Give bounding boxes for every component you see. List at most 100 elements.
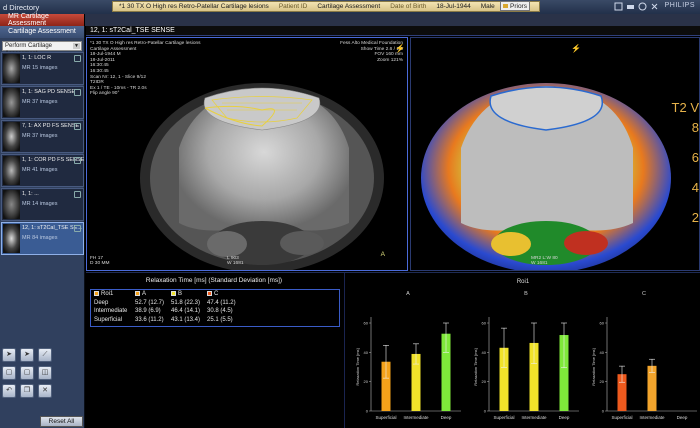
- tool-grid: ➤ ➤ ⟋ ▢ ▢ ◫ ↶ ❐ ✕: [2, 348, 83, 402]
- table-row: Deep 52.7 (12.7) 51.8 (22.3) 47.4 (11.2): [91, 299, 339, 308]
- tab-mr-cartilage-assessment[interactable]: MR Cartilage Assessment: [0, 13, 85, 27]
- swatch: [207, 291, 212, 297]
- results-panel: Relaxation Time [ms] (Standard Deviation…: [86, 272, 700, 428]
- delete-icon[interactable]: ✕: [38, 384, 52, 398]
- series-item[interactable]: 1, 1: ... MR 14 images: [1, 188, 84, 221]
- chart-tick-label: 20: [482, 379, 487, 384]
- overlay-line: D 30 MM: [90, 261, 110, 267]
- table-cell: 47.4 (11.2): [207, 299, 236, 306]
- info-icon[interactable]: [74, 191, 81, 198]
- row-label: Superficial: [94, 316, 123, 323]
- series-title: 1, 1: ...: [22, 191, 39, 197]
- relaxation-panel: Relaxation Time [ms] (Standard Deviation…: [86, 273, 342, 428]
- table-cell: 46.4 (14.1): [171, 308, 201, 315]
- info-icon[interactable]: [74, 89, 81, 96]
- relaxation-table: Roi1 A B C Deep 52.7 (12.7) 51.8 (22.3) …: [90, 289, 340, 327]
- info-icon[interactable]: [74, 225, 81, 232]
- chart-tick-label: 40: [364, 350, 369, 355]
- table-cell: 30.8 (4.5): [207, 308, 233, 315]
- overlay-line: Flip angle 90°: [90, 91, 120, 97]
- chart-panel-title: A: [406, 291, 410, 297]
- header-label: C: [214, 291, 219, 298]
- undo-icon[interactable]: ↶: [2, 384, 16, 398]
- series-thumbnail: [3, 88, 20, 117]
- info-icon[interactable]: [74, 55, 81, 62]
- chart-panel: Roi1 A Relaxation Time [ms] 0 20 40 60 Superfic…: [344, 273, 700, 428]
- viewport-left[interactable]: *1 30 TX O High res Retro-Patellar Carti…: [86, 37, 408, 271]
- header-a: A: [135, 291, 171, 297]
- chart-y-axis-label: Relaxation Time [ms]: [355, 348, 360, 385]
- directory-label[interactable]: d Directory: [0, 3, 85, 12]
- color-scale-title: T2 V: [671, 100, 699, 115]
- close-icon[interactable]: [650, 2, 659, 11]
- swatch: [94, 291, 99, 297]
- table-cell: 51.8 (22.3): [171, 299, 201, 306]
- chart-tick-label: 0: [602, 409, 605, 414]
- relaxation-title: Relaxation Time [ms] (Standard Deviation…: [145, 277, 283, 284]
- info-icon[interactable]: [74, 123, 81, 130]
- lightning-icon[interactable]: ⚡: [571, 45, 581, 53]
- chart-tick-label: 20: [600, 379, 605, 384]
- color-scale-value: 6: [691, 150, 699, 165]
- chart-category-label: Superficial: [375, 415, 396, 420]
- workflow-dropdown[interactable]: Perform Cartilage Assessment ▼: [2, 41, 82, 57]
- table-cell: 38.9 (6.9): [135, 308, 161, 315]
- table-cell: 25.1 (5.5): [207, 316, 233, 323]
- dob-label: Date of Birth: [390, 3, 427, 10]
- overlay-bottom-mid: MR2 L:W 80 W 1681: [531, 256, 558, 267]
- series-item[interactable]: 1, 1: COR PD FS SENSE MR 41 images: [1, 154, 84, 187]
- measure-tool-icon[interactable]: ⟋: [38, 348, 52, 362]
- layout-icon[interactable]: [614, 2, 623, 11]
- arrow-tool-icon[interactable]: ➤: [20, 348, 34, 362]
- swatch: [171, 291, 176, 297]
- series-title: 1, 1: LOC R: [22, 55, 52, 61]
- roi-tool-icon[interactable]: ◫: [38, 366, 52, 380]
- copy-icon[interactable]: ❐: [20, 384, 34, 398]
- series-thumbnail: [3, 156, 20, 185]
- chart-title: Roi1: [517, 279, 530, 285]
- orientation-top: A: [380, 251, 385, 258]
- chart-category-label: Intermediate: [639, 415, 665, 420]
- arrow-tool-icon[interactable]: ➤: [2, 348, 16, 362]
- chart-tick-label: 0: [484, 409, 487, 414]
- series-image-count: MR 37 images: [22, 133, 58, 139]
- info-icon[interactable]: [74, 157, 81, 164]
- t2-map-image[interactable]: [411, 38, 700, 271]
- panel-title: Cartilage Assessment: [0, 26, 84, 38]
- priors-button[interactable]: Priors: [500, 1, 530, 11]
- roi-tool-icon[interactable]: ▢: [2, 366, 16, 380]
- series-image-count: MR 37 images: [22, 99, 58, 105]
- series-title: 1, 1: SAG PD SENSE: [22, 89, 76, 95]
- table-cell: 33.6 (11.2): [135, 316, 164, 323]
- print-icon[interactable]: [626, 2, 635, 11]
- series-item[interactable]: 1, 1: SAG PD SENSE MR 37 images: [1, 86, 84, 119]
- chart-y-axis-label: Relaxation Time [ms]: [473, 348, 478, 385]
- series-image-count: MR 41 images: [22, 167, 58, 173]
- series-item[interactable]: 7, 1: AX PD FS SENSE MR 37 images: [1, 120, 84, 153]
- chart-category-label: Intermediate: [521, 415, 547, 420]
- series-list: 1, 1: LOC R MR 15 images 1, 1: SAG PD SE…: [1, 52, 84, 347]
- series-thumbnail: [3, 122, 20, 151]
- series-item-selected[interactable]: 12, 1: sT2Cal_TSE SE... MR 84 images: [1, 222, 84, 255]
- roi-tool-icon[interactable]: ▢: [20, 366, 34, 380]
- series-item[interactable]: 1, 1: LOC R MR 15 images: [1, 52, 84, 85]
- overlay-line: Fess Alto Medical Foundation: [340, 41, 403, 46]
- series-thumbnail: [3, 224, 20, 253]
- priors-label: Priors: [510, 2, 527, 10]
- color-scale-value: 4: [691, 180, 699, 195]
- header-roi: Roi1: [91, 291, 135, 297]
- lightning-icon[interactable]: ⚡: [395, 45, 405, 53]
- reset-all-button[interactable]: Reset All: [40, 416, 83, 427]
- series-image-count: MR 84 images: [22, 235, 58, 241]
- chart-tick-label: 20: [364, 379, 369, 384]
- series-image-count: MR 14 images: [22, 201, 58, 207]
- chart-panel-title: C: [642, 291, 646, 297]
- help-icon[interactable]: [638, 2, 647, 11]
- viewport-header: 12, 1: sT2Cal_TSE SENSE: [86, 26, 700, 36]
- chart-category-label: Deep: [559, 415, 570, 420]
- viewport-right[interactable]: ⚡ T2 V 8 6 4 2 MR2 L:W 80 W 1681: [410, 37, 700, 271]
- chart-category-label: Deep: [677, 415, 688, 420]
- chart-tick-label: 0: [366, 409, 369, 414]
- table-cell: 43.1 (13.4): [171, 316, 201, 323]
- chart-panel-title: B: [524, 291, 528, 297]
